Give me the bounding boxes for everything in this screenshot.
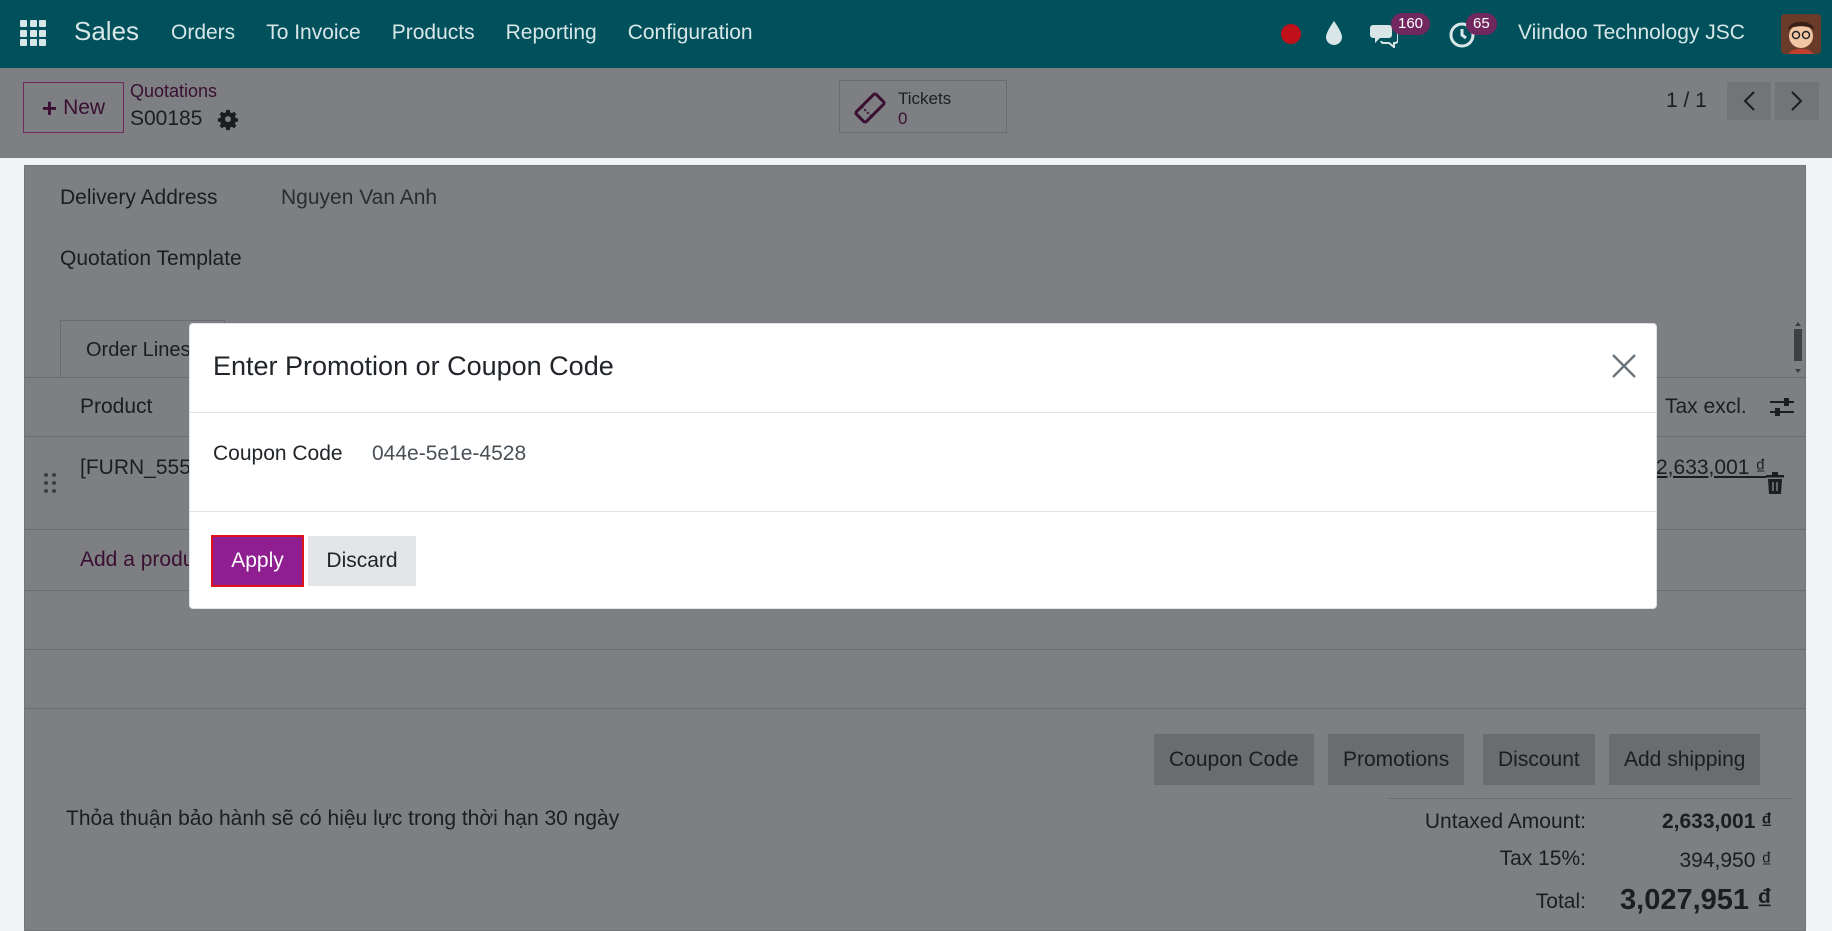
avatar[interactable] (1781, 14, 1821, 54)
pager-previous-button[interactable] (1727, 82, 1771, 120)
total-value: 3,027,951 ₫ (1620, 884, 1772, 916)
tickets-label: Tickets (898, 89, 952, 108)
coupon-code-input[interactable]: 044e-5e1e-4528 (372, 442, 526, 466)
app-name[interactable]: Sales (74, 16, 139, 47)
new-button[interactable]: + New (23, 82, 124, 133)
pager-value[interactable]: 1 / 1 (1666, 89, 1707, 113)
order-line-product[interactable]: [FURN_555 (80, 456, 191, 480)
column-header-product[interactable]: Product (80, 395, 152, 419)
drop-icon[interactable] (1324, 20, 1344, 46)
breadcrumb-quotations[interactable]: Quotations (130, 81, 217, 102)
new-button-label: New (63, 95, 106, 119)
tax-value: 394,950 ₫ (1679, 849, 1772, 872)
menu-item-reporting[interactable]: Reporting (506, 21, 597, 45)
tax-label: Tax 15%: (1499, 847, 1586, 870)
dialog-footer-divider (190, 511, 1656, 512)
chevron-left-icon (1743, 91, 1755, 111)
top-navbar: Sales Orders To Invoice Products Reporti… (0, 0, 1832, 68)
coupon-code-dialog: Enter Promotion or Coupon Code Coupon Co… (189, 323, 1657, 609)
menu-item-to-invoice[interactable]: To Invoice (266, 21, 361, 45)
close-icon[interactable] (1609, 351, 1639, 381)
total-label: Total: (1535, 890, 1586, 913)
tickets-count: 0 (898, 109, 908, 128)
quotation-template-label: Quotation Template (60, 247, 242, 270)
drag-handle-icon[interactable] (42, 472, 58, 494)
chevron-right-icon (1791, 91, 1803, 111)
row-divider (24, 649, 1806, 650)
untaxed-amount-value: 2,633,001 ₫ (1661, 810, 1772, 833)
delivery-address-label: Delivery Address (60, 186, 218, 209)
record-name: S00185 (130, 107, 203, 130)
coupon-code-label: Coupon Code (213, 442, 343, 465)
add-shipping-button[interactable]: Add shipping (1609, 734, 1761, 785)
main-menu: Orders To Invoice Products Reporting Con… (171, 21, 784, 45)
plus-icon: + (41, 92, 58, 123)
menu-item-configuration[interactable]: Configuration (628, 21, 753, 45)
company-switcher[interactable]: Viindoo Technology JSC (1518, 21, 1745, 45)
dialog-title: Enter Promotion or Coupon Code (213, 351, 614, 381)
delivery-address-field[interactable]: Nguyen Van Anh (281, 186, 437, 210)
column-header-tax-excl[interactable]: Tax excl. (1665, 395, 1747, 419)
discount-button[interactable]: Discount (1483, 734, 1595, 785)
messages-badge: 160 (1391, 13, 1431, 35)
coupon-code-button[interactable]: Coupon Code (1154, 734, 1314, 785)
menu-item-products[interactable]: Products (392, 21, 475, 45)
activities-badge: 65 (1466, 13, 1497, 35)
record-icon[interactable] (1281, 24, 1301, 44)
promotions-button[interactable]: Promotions (1328, 734, 1465, 785)
gear-icon[interactable] (217, 109, 239, 131)
tickets-smart-button[interactable]: Tickets 0 (839, 80, 1007, 133)
untaxed-amount-label: Untaxed Amount: (1424, 810, 1586, 833)
dialog-header-divider (190, 412, 1656, 413)
discard-button[interactable]: Discard (308, 536, 416, 586)
terms-note[interactable]: Thỏa thuận bảo hành sẽ có hiệu lực trong… (66, 807, 619, 831)
menu-item-orders[interactable]: Orders (171, 21, 235, 45)
sliders-icon[interactable] (1769, 395, 1795, 419)
pager-next-button[interactable] (1775, 82, 1819, 120)
scrollbar[interactable] (1792, 322, 1804, 374)
apps-icon[interactable] (20, 20, 46, 46)
row-divider (24, 708, 1806, 709)
apply-button[interactable]: Apply (211, 535, 304, 587)
trash-icon[interactable] (1765, 472, 1785, 494)
ticket-icon (854, 92, 886, 124)
order-line-amount: 2,633,001 ₫ (1656, 456, 1767, 479)
totals-divider (1388, 798, 1792, 799)
